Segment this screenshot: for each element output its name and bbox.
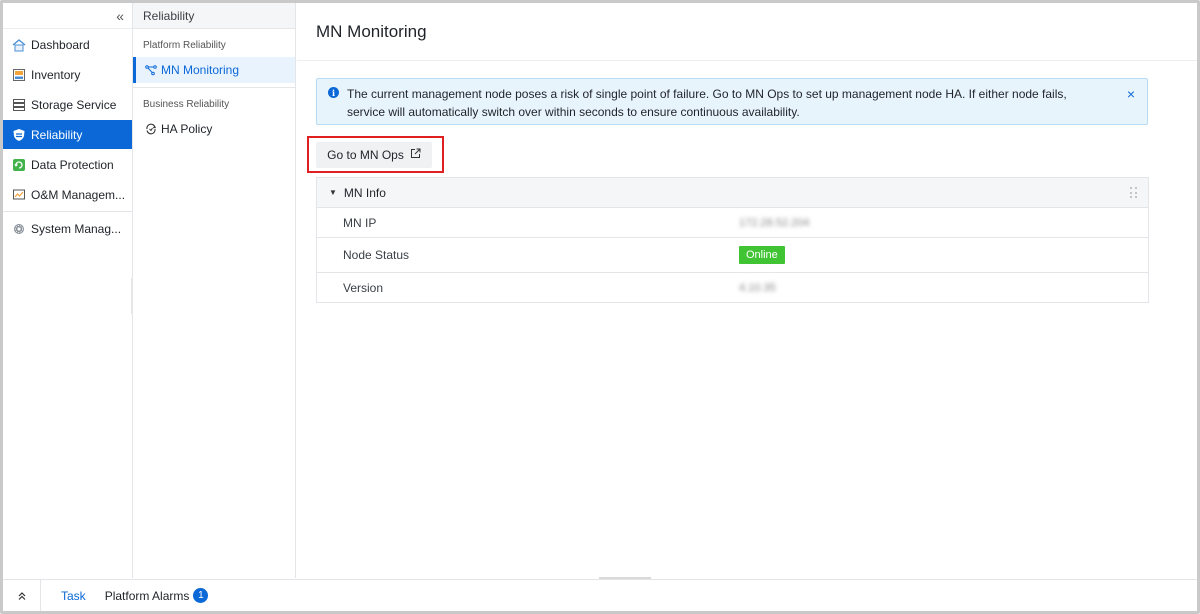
- expand-up-icon[interactable]: [3, 579, 41, 611]
- main-content: MN Monitoring i The current management n…: [297, 3, 1197, 578]
- nav-item-data-protection[interactable]: Data Protection: [3, 150, 132, 179]
- info-label: MN IP: [343, 215, 377, 230]
- mn-info-header[interactable]: ▼ MN Info: [317, 178, 1148, 208]
- gear-icon: [12, 222, 26, 236]
- nav-item-storage-service[interactable]: Storage Service: [3, 90, 132, 119]
- status-badge: Online: [739, 246, 785, 264]
- subnav-item-ha-policy[interactable]: HA Policy: [133, 116, 295, 142]
- task-link[interactable]: Task: [61, 589, 86, 603]
- info-row: MN IP 172.28.52.204: [317, 208, 1148, 238]
- info-value: 172.28.52.204: [739, 216, 810, 229]
- close-icon[interactable]: ×: [1127, 85, 1135, 103]
- info-row: Node Status Online: [317, 238, 1148, 273]
- shield-icon: [12, 128, 26, 142]
- info-label: Node Status: [343, 248, 410, 262]
- nav-item-inventory[interactable]: Inventory: [3, 60, 132, 89]
- app-window: « Dashboard Inventory Storage Service Re…: [0, 0, 1200, 614]
- storage-icon: [12, 98, 26, 112]
- info-label: Version: [343, 280, 384, 295]
- platform-alarms-link[interactable]: Platform Alarms 1: [105, 588, 209, 603]
- info-icon: i: [328, 87, 339, 98]
- nav-item-system-management[interactable]: System Manag...: [3, 214, 132, 243]
- inventory-icon: [12, 68, 26, 82]
- info-alert: i The current management node poses a ri…: [316, 78, 1148, 125]
- info-value: 4.10.35: [739, 281, 776, 294]
- mn-info-panel: ▼ MN Info MN IP 172.28.52.204 Node Statu…: [316, 177, 1149, 303]
- subnav-group-label: Platform Reliability: [143, 40, 226, 51]
- home-icon: [12, 38, 26, 52]
- subnav-title: Reliability: [133, 3, 295, 29]
- main-nav: « Dashboard Inventory Storage Service Re…: [3, 3, 134, 578]
- subnav-group-label: Business Reliability: [143, 99, 230, 110]
- nav-divider: [3, 211, 132, 212]
- topology-icon: [145, 64, 157, 76]
- nav-item-reliability[interactable]: Reliability: [3, 120, 132, 149]
- subnav-item-mn-monitoring[interactable]: MN Monitoring: [133, 57, 295, 83]
- bottom-bar: Task Platform Alarms 1: [3, 579, 1197, 611]
- alert-text: The current management node poses a risk…: [347, 87, 1067, 119]
- external-link-icon: [410, 148, 421, 162]
- nav-item-om-management[interactable]: O&M Managem...: [3, 180, 132, 209]
- double-chevron-left-icon: «: [116, 7, 124, 24]
- caret-down-icon: ▼: [329, 188, 337, 197]
- om-icon: [12, 188, 26, 202]
- go-to-mn-ops-button[interactable]: Go to MN Ops: [316, 142, 432, 168]
- drag-handle-icon[interactable]: [1130, 187, 1138, 199]
- data-protection-icon: [12, 158, 26, 172]
- collapse-nav-button[interactable]: «: [3, 3, 132, 29]
- sub-nav: Reliability Platform Reliability MN Moni…: [133, 3, 296, 578]
- alarm-count-badge: 1: [193, 588, 209, 603]
- nav-item-dashboard[interactable]: Dashboard: [3, 30, 132, 59]
- ha-policy-icon: [145, 123, 157, 135]
- info-row: Version 4.10.35: [317, 273, 1148, 302]
- page-title: MN Monitoring: [297, 3, 1197, 61]
